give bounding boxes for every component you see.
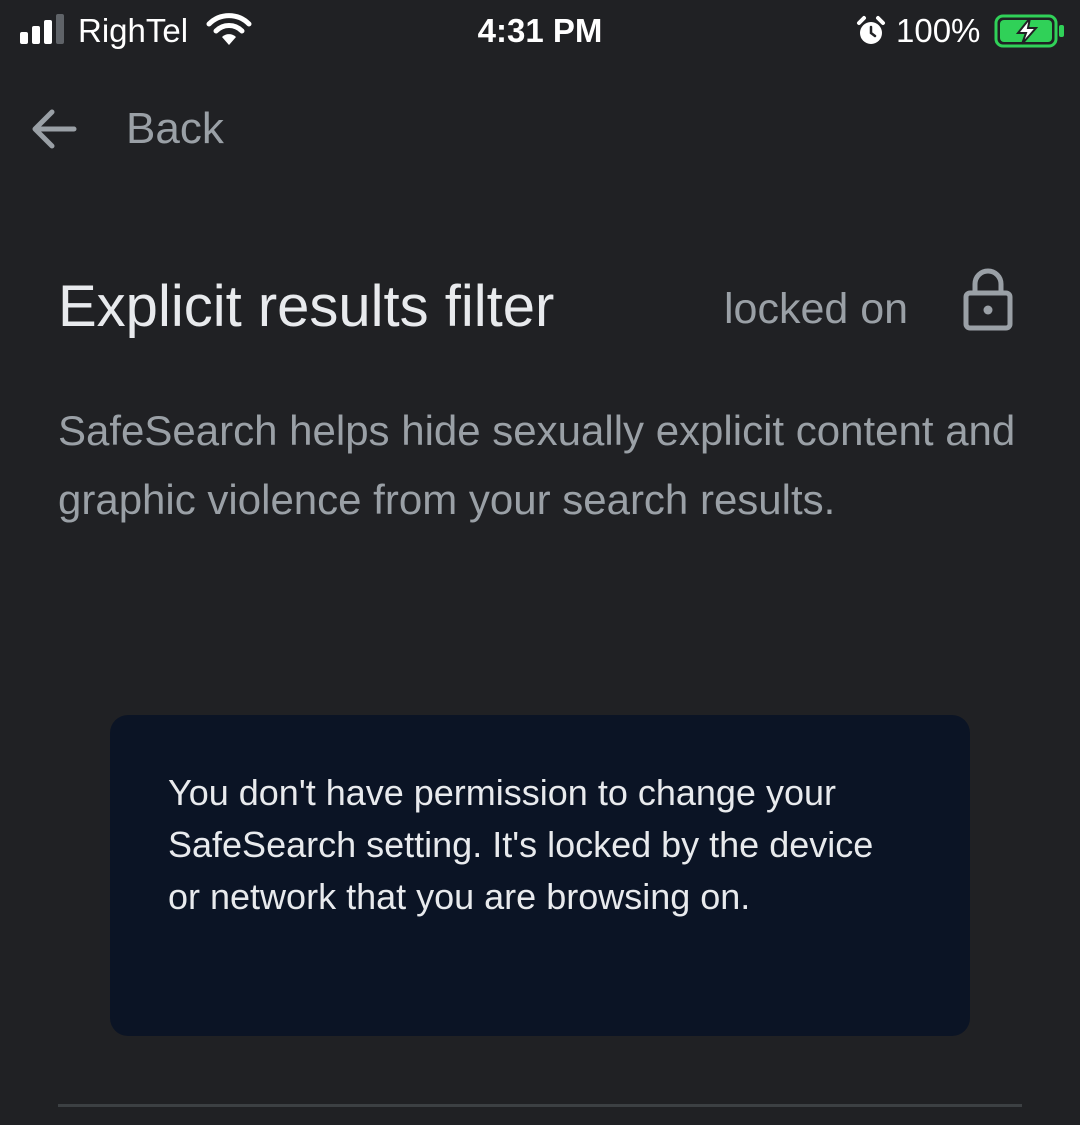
divider [58, 1104, 1022, 1107]
lock-status-label: locked on [724, 285, 909, 333]
permission-notice-text: You don't have permission to change your… [168, 772, 874, 917]
lock-icon [963, 268, 1013, 331]
back-button[interactable]: Back [26, 96, 224, 162]
battery-percent: 100% [896, 12, 981, 49]
battery-charging-icon [994, 14, 1064, 48]
status-bar: RighTel 4:31 PM 100% [0, 0, 1080, 62]
back-label: Back [126, 104, 224, 153]
alarm-icon [857, 16, 885, 44]
page-title: Explicit results filter [58, 274, 555, 339]
arrow-left-icon [32, 109, 77, 149]
setting-description: SafeSearch helps hide sexually explicit … [58, 407, 1016, 523]
permission-notice: You don't have permission to change your… [110, 715, 970, 1036]
